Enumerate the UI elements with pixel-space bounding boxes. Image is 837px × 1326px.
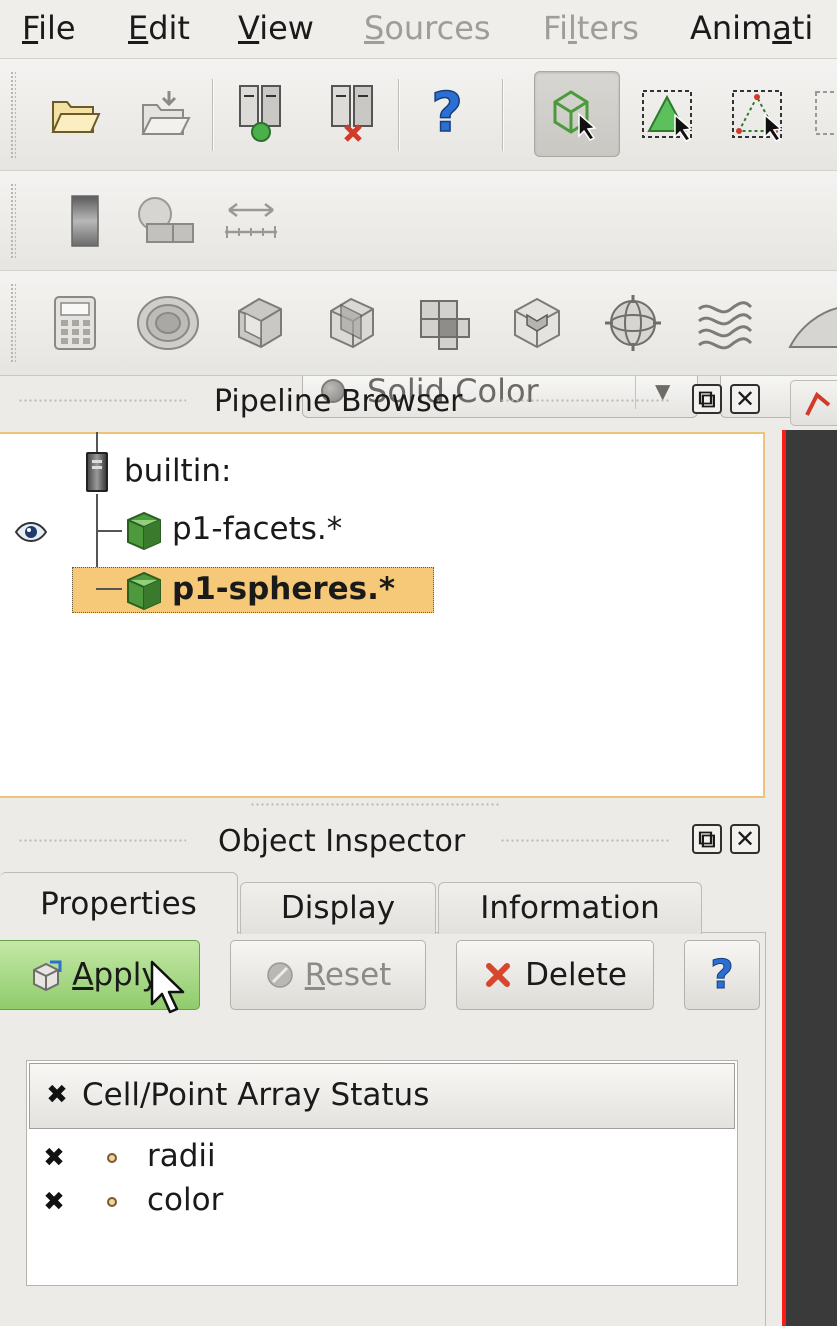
help-icon[interactable]: ? [414, 79, 480, 147]
toolbar-grip[interactable] [10, 71, 16, 159]
delete-x-icon [486, 963, 511, 987]
extract-subset-icon[interactable] [500, 287, 574, 359]
close-dock-icon[interactable]: ✕ [730, 384, 760, 414]
menu-filters[interactable]: Filters [543, 8, 639, 48]
toolbar-separator [502, 79, 503, 151]
menu-view[interactable]: View [238, 8, 314, 48]
server-icon [86, 452, 108, 492]
clip-icon[interactable] [222, 287, 296, 359]
tab-information[interactable]: Information [438, 882, 702, 934]
save-data-icon[interactable] [130, 81, 200, 145]
display-toolbar: Solid Color ▼ [0, 170, 837, 418]
array-status-header-label: Cell/Point Array Status [82, 1077, 430, 1113]
toolbar-separator [212, 79, 213, 151]
view-tab[interactable] [790, 380, 837, 426]
warp-icon[interactable] [782, 291, 837, 355]
menu-edit[interactable]: Edit [128, 8, 190, 48]
title-grip [18, 838, 186, 844]
float-dock-icon[interactable]: ⧉ [692, 824, 722, 854]
close-dock-icon[interactable]: ✕ [730, 824, 760, 854]
pipeline-root-label[interactable]: builtin: [124, 452, 231, 490]
reset-icon [266, 962, 293, 988]
array-name: color [147, 1182, 224, 1218]
color-legend-icon[interactable] [62, 189, 108, 253]
title-grip [500, 398, 670, 404]
mouse-cursor-icon [148, 960, 188, 1020]
pipeline-tree[interactable] [0, 432, 765, 798]
toolbar-separator [398, 79, 399, 151]
object-inspector-titlebar[interactable]: Object Inspector ⧉ ✕ [0, 816, 770, 868]
dataset-cube-icon [124, 570, 164, 611]
select-cells-icon[interactable] [632, 77, 706, 153]
row-check-icon[interactable]: ✖ [41, 1189, 67, 1215]
connect-server-icon[interactable] [228, 77, 294, 147]
delete-label: Delete [525, 957, 627, 993]
array-status-table[interactable]: ✖ Cell/Point Array Status ✖ radii ✖ colo… [26, 1060, 738, 1286]
select-points-icon[interactable] [722, 77, 796, 153]
main-toolbar: ? [0, 58, 837, 172]
menu-animation[interactable]: Animati [690, 8, 813, 48]
delete-button[interactable]: Delete [456, 940, 654, 1010]
eye-visibility-icon[interactable] [14, 520, 48, 544]
tree-line [96, 588, 122, 590]
svg-text:?: ? [431, 83, 462, 143]
disconnect-server-icon[interactable] [320, 77, 386, 147]
pipeline-item-label-selected[interactable]: p1-spheres.* [172, 570, 395, 608]
menu-file[interactable]: File [22, 8, 76, 48]
array-name: radii [147, 1138, 216, 1174]
point-data-icon [107, 1153, 117, 1163]
list-item[interactable]: ✖ radii [27, 1135, 733, 1179]
list-item[interactable]: ✖ color [27, 1179, 733, 1223]
title-grip [500, 838, 670, 844]
calculator-icon[interactable] [42, 289, 108, 357]
object-inspector-title: Object Inspector [218, 824, 466, 859]
glyph-icon[interactable] [596, 287, 670, 359]
array-status-header[interactable]: ✖ Cell/Point Array Status [29, 1063, 735, 1129]
help-question-icon: ? [710, 952, 734, 998]
row-check-icon[interactable]: ✖ [41, 1145, 67, 1171]
open-folder-icon[interactable] [40, 83, 110, 145]
edit-color-map-icon[interactable] [130, 189, 200, 253]
toolbar-grip[interactable] [10, 183, 16, 259]
tree-line [96, 530, 122, 532]
tab-properties[interactable]: Properties [0, 872, 238, 934]
reset-button[interactable]: Reset [230, 940, 426, 1010]
render-view[interactable] [782, 430, 837, 1326]
pipeline-browser-title: Pipeline Browser [214, 384, 463, 419]
pipeline-browser-titlebar[interactable]: Pipeline Browser ⧉ ✕ [0, 376, 770, 428]
threshold-icon[interactable] [408, 287, 482, 359]
point-data-icon [107, 1197, 117, 1207]
help-button[interactable]: ? [684, 940, 760, 1010]
apply-label: Apply [72, 957, 160, 993]
pipeline-item-label[interactable]: p1-facets.* [172, 510, 342, 548]
select-overflow-icon[interactable] [812, 83, 837, 143]
apply-icon [33, 960, 62, 992]
filters-toolbar [0, 270, 837, 376]
dataset-cube-icon [124, 510, 164, 551]
stream-tracer-icon[interactable] [688, 287, 762, 359]
header-check-icon[interactable]: ✖ [44, 1082, 70, 1108]
toolbar-grip[interactable] [10, 283, 16, 363]
tree-line [96, 432, 98, 452]
menu-sources[interactable]: Sources [364, 8, 491, 48]
slice-icon[interactable] [314, 287, 388, 359]
reset-label: Reset [304, 957, 392, 993]
tab-display[interactable]: Display [240, 882, 436, 934]
interact-select-icon[interactable] [534, 71, 620, 157]
title-grip [18, 398, 186, 404]
rescale-range-icon[interactable] [216, 189, 286, 253]
float-dock-icon[interactable]: ⧉ [692, 384, 722, 414]
paraview-window: File Edit View Sources Filters Animati ? [0, 0, 837, 1326]
dock-splitter[interactable] [250, 802, 500, 808]
menubar: File Edit View Sources Filters Animati [0, 0, 837, 58]
contour-icon[interactable] [128, 287, 208, 359]
